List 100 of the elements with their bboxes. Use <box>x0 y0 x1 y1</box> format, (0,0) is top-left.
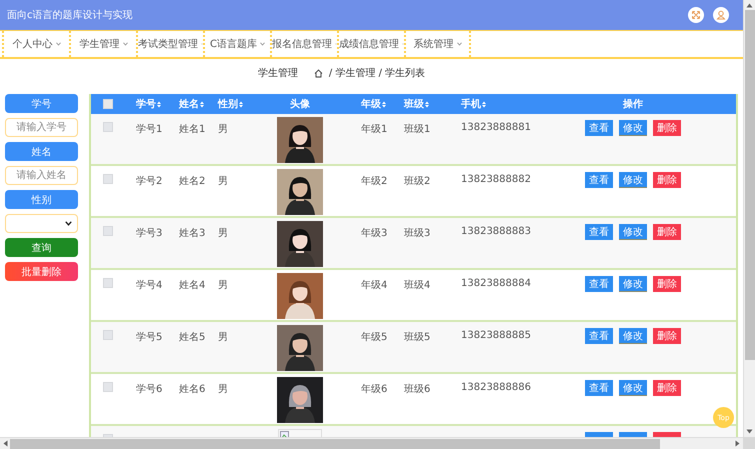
menu-item[interactable]: 成绩信息管理 <box>337 31 404 57</box>
caret-icon <box>56 42 60 46</box>
name-cell: 姓名1 <box>179 124 206 135</box>
class-cell: 班级6 <box>404 384 430 395</box>
section-title: 学生管理 <box>258 66 298 80</box>
grade-cell: 年级5 <box>361 332 388 343</box>
student-id-cell: 学号4 <box>136 280 162 291</box>
edit-button[interactable]: 修改 <box>619 120 647 136</box>
scroll-right-icon[interactable] <box>735 440 740 447</box>
sort-icon[interactable] <box>200 100 204 108</box>
phone-cell: 13823888886 <box>461 382 531 393</box>
class-cell: 班级3 <box>404 228 430 239</box>
menu-item[interactable]: 系统管理 <box>404 31 471 57</box>
grade-cell: 年级6 <box>361 384 388 395</box>
grade-cell: 年级3 <box>361 228 388 239</box>
grade-cell: 年级2 <box>361 176 388 187</box>
caret-icon <box>456 42 462 46</box>
grade-cell: 年级4 <box>361 280 388 291</box>
column-header[interactable]: 学号 <box>136 97 161 111</box>
breadcrumb[interactable]: / 学生管理 / 学生列表 <box>328 66 426 80</box>
horizontal-scrollbar[interactable] <box>0 437 743 449</box>
row-checkbox[interactable] <box>103 122 113 132</box>
phone-cell: 13823888882 <box>461 174 531 185</box>
scroll-left-icon[interactable] <box>3 440 8 447</box>
gender-cell: 男 <box>218 384 228 395</box>
phone-cell: 13823888885 <box>461 330 531 341</box>
search-button[interactable]: 查询 <box>5 238 78 257</box>
class-cell: 班级4 <box>404 280 430 291</box>
row-checkbox[interactable] <box>103 174 113 184</box>
view-button[interactable]: 查看 <box>585 328 613 344</box>
sort-icon[interactable] <box>425 100 429 108</box>
input-field[interactable]: 请输入姓名 <box>5 166 78 185</box>
column-header[interactable]: 姓名 <box>179 97 204 111</box>
column-header[interactable]: 手机 <box>461 97 486 111</box>
home-icon[interactable] <box>314 68 323 78</box>
name-cell: 姓名3 <box>179 228 206 239</box>
gender-cell: 男 <box>218 280 228 291</box>
name-cell: 姓名2 <box>179 176 206 187</box>
scroll-up-icon[interactable] <box>746 3 753 8</box>
row-checkbox[interactable] <box>103 226 113 236</box>
sort-icon[interactable] <box>239 100 243 108</box>
edit-button[interactable]: 修改 <box>619 380 647 396</box>
sort-icon[interactable] <box>382 100 386 108</box>
menu-item[interactable]: 考试类型管理 <box>136 31 203 57</box>
edit-button[interactable]: 修改 <box>619 172 647 188</box>
delete-button[interactable]: 删除 <box>653 328 681 344</box>
column-header[interactable]: 头像 <box>290 97 310 111</box>
sort-icon[interactable] <box>482 100 486 108</box>
caret-icon <box>260 42 265 46</box>
caret-icon <box>122 42 128 46</box>
view-button[interactable]: 查看 <box>585 276 613 292</box>
class-cell: 班级1 <box>404 124 430 135</box>
input-field[interactable]: 请输入学号 <box>5 118 78 137</box>
gender-cell: 男 <box>218 176 228 187</box>
view-button[interactable]: 查看 <box>585 380 613 396</box>
scrollbar-thumb[interactable] <box>10 438 660 448</box>
student-id-cell: 学号3 <box>136 228 162 239</box>
column-header[interactable]: 年级 <box>361 97 386 111</box>
sort-icon[interactable] <box>157 100 161 108</box>
name-cell: 姓名4 <box>179 280 206 291</box>
field-label: 性别 <box>5 190 78 209</box>
app-title: 面向c语言的题库设计与实现 <box>7 8 132 22</box>
gender-dropdown[interactable] <box>5 214 78 233</box>
scrollbar-corner <box>743 437 755 449</box>
class-cell: 班级2 <box>404 176 430 187</box>
field-label: 学号 <box>5 94 78 113</box>
chevron-down-icon <box>65 221 72 226</box>
view-button[interactable]: 查看 <box>585 120 613 136</box>
delete-button[interactable]: 删除 <box>653 276 681 292</box>
edit-button[interactable]: 修改 <box>619 224 647 240</box>
gender-cell: 男 <box>218 124 228 135</box>
student-id-cell: 学号1 <box>136 124 162 135</box>
field-label: 姓名 <box>5 142 78 161</box>
scroll-down-icon[interactable] <box>746 429 753 434</box>
edit-button[interactable]: 修改 <box>619 328 647 344</box>
column-header[interactable]: 班级 <box>404 97 429 111</box>
view-button[interactable]: 查看 <box>585 172 613 188</box>
delete-button[interactable]: 删除 <box>653 120 681 136</box>
phone-cell: 13823888881 <box>461 122 531 133</box>
student-id-cell: 学号2 <box>136 176 162 187</box>
delete-button[interactable]: 删除 <box>653 224 681 240</box>
delete-button[interactable]: 删除 <box>653 172 681 188</box>
row-checkbox[interactable] <box>103 330 113 340</box>
view-button[interactable]: 查看 <box>585 224 613 240</box>
gender-cell: 男 <box>218 332 228 343</box>
select-all-checkbox[interactable] <box>103 99 113 109</box>
column-header[interactable]: 性别 <box>218 97 243 111</box>
batch-delete-button[interactable]: 批量删除 <box>5 262 78 281</box>
column-header[interactable]: 操作 <box>623 97 643 111</box>
vertical-scrollbar[interactable] <box>743 0 755 437</box>
row-checkbox[interactable] <box>103 278 113 288</box>
edit-button[interactable]: 修改 <box>619 276 647 292</box>
scrollbar-thumb[interactable] <box>744 10 754 360</box>
menu-item[interactable]: 报名信息管理 <box>270 31 337 57</box>
row-checkbox[interactable] <box>103 382 113 392</box>
student-id-cell: 学号6 <box>136 384 162 395</box>
delete-button[interactable]: 删除 <box>653 380 681 396</box>
fullscreen-icon[interactable] <box>688 7 704 23</box>
user-icon[interactable] <box>713 7 729 23</box>
gender-cell: 男 <box>218 228 228 239</box>
